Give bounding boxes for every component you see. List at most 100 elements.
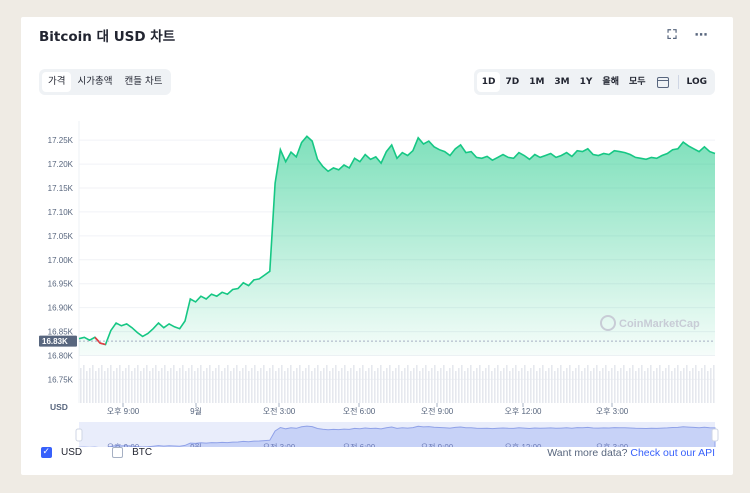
volume-bar <box>620 368 622 403</box>
volume-bar <box>422 368 424 403</box>
volume-bar <box>206 368 208 403</box>
volume-bar <box>701 368 703 403</box>
volume-bar <box>461 365 463 403</box>
volume-bar <box>245 365 247 403</box>
api-link[interactable]: Check out our API <box>630 447 715 459</box>
volume-bar <box>605 365 607 403</box>
btc-checkbox[interactable] <box>112 447 124 458</box>
y-tick-label: 16.75K <box>48 375 74 384</box>
navigator-handle-right[interactable] <box>711 428 719 442</box>
range-1y[interactable]: 1Y <box>575 72 598 92</box>
volume-bar <box>374 371 376 403</box>
volume-bar <box>230 371 232 403</box>
y-axis-unit: USD <box>50 402 68 412</box>
volume-bar <box>386 368 388 403</box>
volume-bar <box>128 365 130 403</box>
volume-bar <box>638 368 640 403</box>
volume-bar <box>626 371 628 403</box>
x-tick-label: 오전 3:00 <box>263 406 296 416</box>
volume-bar <box>680 371 682 403</box>
volume-bar <box>704 365 706 403</box>
watermark-text: CoinMarketCap <box>619 318 700 330</box>
range-1m[interactable]: 1M <box>524 72 549 92</box>
log-toggle[interactable]: LOG <box>682 72 712 92</box>
volume-bar <box>239 371 241 403</box>
volume-bar <box>533 365 535 403</box>
volume-bar <box>587 365 589 403</box>
tab-market-cap[interactable]: 시가총액 <box>71 72 118 92</box>
y-tick-label: 16.95K <box>48 280 74 289</box>
y-tick-label: 17.20K <box>48 160 74 169</box>
price-chart[interactable]: 17.25K 17.20K 17.15K 17.10K 17.05K 17.00K 16.9… <box>21 117 733 447</box>
calendar-icon[interactable] <box>656 76 669 88</box>
volume-bar <box>515 365 517 403</box>
volume-bar <box>458 368 460 403</box>
volume-bar <box>563 371 565 403</box>
volume-bar <box>572 371 574 403</box>
volume-bar <box>152 368 154 403</box>
volume-bar <box>143 368 145 403</box>
volume-bar <box>683 368 685 403</box>
volume-bar <box>236 365 238 403</box>
volume-bar <box>119 365 121 403</box>
volume-bar <box>188 368 190 403</box>
volume-bar <box>419 371 421 403</box>
usd-checkbox[interactable] <box>41 446 52 458</box>
volume-bar <box>311 371 313 403</box>
volume-bar <box>203 371 205 403</box>
volume-bar <box>281 365 283 403</box>
volume-bar <box>302 371 304 403</box>
tab-price[interactable]: 가격 <box>42 72 72 92</box>
volume-bar <box>161 368 163 403</box>
tab-candle-chart[interactable]: 캔들 차트 <box>118 72 168 92</box>
volume-bar <box>473 371 475 403</box>
volume-bar <box>80 368 82 403</box>
volume-bar <box>416 365 418 403</box>
x-tick-label: 오후 3:00 <box>596 407 629 416</box>
volume-bar <box>347 371 349 403</box>
volume-bar <box>569 365 571 403</box>
volume-bar <box>362 365 364 403</box>
volume-bar <box>86 371 88 403</box>
navigator-handle-left[interactable] <box>75 428 83 442</box>
volume-bar <box>251 368 253 403</box>
range-ytd[interactable]: 올해 <box>597 72 624 92</box>
volume-bar <box>440 368 442 403</box>
volume-bar <box>224 368 226 403</box>
volume-bar <box>371 365 373 403</box>
volume-bar <box>131 371 133 403</box>
navigator[interactable]: 오후 9:009월오전 3:00오전 6:00오전 9:00오후 12:00오후… <box>75 422 719 447</box>
volume-bar <box>470 365 472 403</box>
volume-bar <box>434 365 436 403</box>
volume-bar <box>344 365 346 403</box>
volume-bar <box>95 371 97 403</box>
range-7d[interactable]: 7D <box>500 72 524 92</box>
volume-bar <box>137 365 139 403</box>
volume-bar <box>89 368 91 403</box>
more-icon[interactable]: ⋯ <box>693 27 709 43</box>
range-1d[interactable]: 1D <box>476 72 501 92</box>
volume-bar <box>170 368 172 403</box>
volume-bar <box>593 368 595 403</box>
volume-bar <box>209 365 211 403</box>
volume-bar <box>260 368 262 403</box>
range-3m[interactable]: 3M <box>549 72 574 92</box>
volume-bar <box>554 371 556 403</box>
volume-bar <box>581 371 583 403</box>
volume-bar <box>524 365 526 403</box>
volume-bar <box>221 371 223 403</box>
chart-title: Bitcoin 대 USD 차트 <box>39 29 176 45</box>
volume-bar <box>521 368 523 403</box>
volume-bar <box>296 368 298 403</box>
volume-bar <box>272 365 274 403</box>
volume-bar <box>482 371 484 403</box>
volume-bar <box>545 371 547 403</box>
volume-bar <box>359 368 361 403</box>
volume-bar <box>557 368 559 403</box>
y-tick-label: 17.10K <box>48 208 74 217</box>
range-all[interactable]: 모두 <box>624 72 651 92</box>
fullscreen-icon[interactable]: ⛶ <box>664 27 680 43</box>
volume-bar <box>635 371 637 403</box>
volume-bar <box>500 371 502 403</box>
volume-bar <box>455 371 457 403</box>
